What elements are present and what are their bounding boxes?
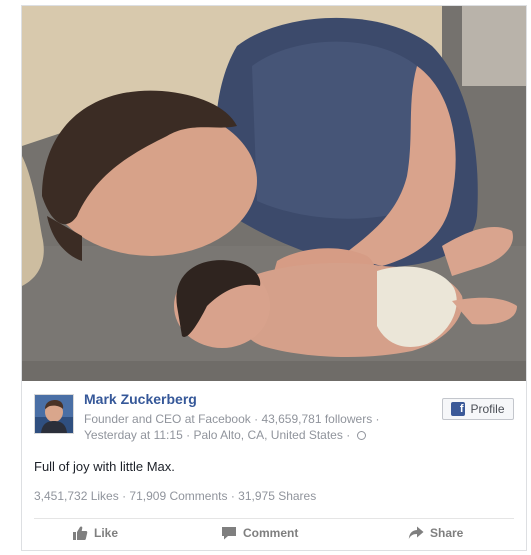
action-bar: Like Comment Share xyxy=(22,525,526,547)
avatar-image xyxy=(35,395,73,433)
post-header: Mark Zuckerberg Founder and CEO at Faceb… xyxy=(34,391,514,451)
share-arrow-icon xyxy=(408,526,424,539)
post-card: Mark Zuckerberg Founder and CEO at Faceb… xyxy=(21,5,527,551)
like-label: Like xyxy=(94,526,119,540)
author-subtitle: Founder and CEO at Facebook · 43,659,781… xyxy=(84,412,380,426)
comment-label: Comment xyxy=(243,526,299,540)
meta-separator: · xyxy=(254,412,259,426)
thumbs-up-icon xyxy=(73,526,88,540)
meta-separator: · xyxy=(346,428,351,442)
divider xyxy=(34,518,514,519)
speech-bubble-icon xyxy=(222,527,236,540)
post-stats: 3,451,732 Likes · 71,909 Comments · 31,9… xyxy=(34,489,316,503)
stats-separator: · xyxy=(122,489,127,503)
like-button[interactable]: Like xyxy=(72,525,118,541)
profile-button-label: Profile xyxy=(470,402,505,416)
comment-button[interactable]: Comment xyxy=(221,525,298,541)
followers-count[interactable]: 43,659,781 followers xyxy=(261,412,372,426)
post-photo[interactable] xyxy=(22,6,526,381)
shares-count[interactable]: 31,975 Shares xyxy=(238,489,316,503)
meta-separator: · xyxy=(375,412,380,426)
post-timestamp[interactable]: Yesterday at 11:15 xyxy=(84,428,183,442)
facebook-f-icon: f xyxy=(451,402,466,416)
likes-count[interactable]: 3,451,732 Likes xyxy=(34,489,119,503)
avatar[interactable] xyxy=(34,394,74,434)
post-text: Full of joy with little Max. xyxy=(34,459,175,474)
comments-count[interactable]: 71,909 Comments xyxy=(129,489,227,503)
stats-separator: · xyxy=(230,489,235,503)
meta-separator: · xyxy=(186,428,191,442)
author-name[interactable]: Mark Zuckerberg xyxy=(84,391,197,407)
share-button[interactable]: Share xyxy=(408,525,463,541)
profile-button[interactable]: f Profile xyxy=(442,398,514,420)
globe-icon xyxy=(356,431,366,440)
author-title: Founder and CEO at Facebook xyxy=(84,412,251,426)
post-meta: Yesterday at 11:15 · Palo Alto, CA, Unit… xyxy=(84,428,366,442)
photo-illustration xyxy=(22,6,526,381)
share-label: Share xyxy=(430,526,464,540)
post-location[interactable]: Palo Alto, CA, United States xyxy=(193,428,342,442)
